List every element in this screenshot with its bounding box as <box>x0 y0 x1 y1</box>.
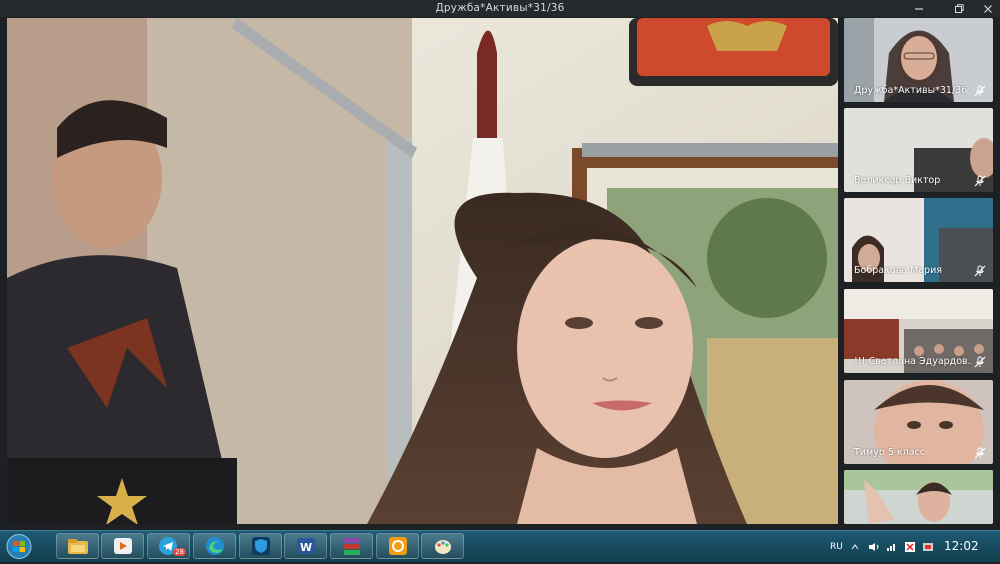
taskbar-app-orange[interactable] <box>376 533 419 559</box>
participant-tile[interactable]: Тимур 5 класс <box>844 380 993 464</box>
participant-tile[interactable] <box>844 470 993 524</box>
taskbar-app-explorer[interactable] <box>56 533 99 559</box>
winrar-icon <box>343 538 360 555</box>
start-button[interactable] <box>4 533 34 560</box>
tray-app-icon[interactable] <box>922 531 934 562</box>
participant-tile[interactable]: Дружба*Активы*31/36 <box>844 18 993 102</box>
orange-app-icon <box>388 537 407 555</box>
action-center-flag-icon[interactable] <box>904 531 916 562</box>
mic-muted-icon <box>974 175 986 187</box>
maximize-icon[interactable] <box>946 0 972 17</box>
close-icon[interactable] <box>975 0 1000 17</box>
window-titlebar: Дружба*Активы*31/36 <box>0 0 1000 17</box>
paint-icon <box>434 540 451 554</box>
media-player-icon <box>113 538 132 554</box>
participant-name: Бобракова Мария <box>854 265 942 276</box>
volume-icon[interactable] <box>868 531 880 562</box>
main-video-scene <box>7 18 838 524</box>
participant-name: Дружба*Активы*31/36 <box>854 85 968 96</box>
word-icon: W <box>296 538 315 554</box>
taskbar-app-shield[interactable] <box>239 533 282 559</box>
telegram-badge: 28 <box>173 548 186 556</box>
mic-muted-icon <box>974 265 986 277</box>
minimize-icon[interactable] <box>906 0 932 17</box>
mic-muted-icon <box>974 447 986 459</box>
taskbar: 28 W RU 12:02 <box>0 530 1000 562</box>
mic-muted-icon <box>974 85 986 97</box>
participant-name: !!! Светлана Эдуардов... <box>854 356 972 367</box>
participant-video <box>844 470 993 524</box>
window-title: Дружба*Активы*31/36 <box>435 2 565 14</box>
taskbar-app-word[interactable]: W <box>284 533 327 559</box>
tray-expand-icon[interactable] <box>851 531 859 562</box>
taskbar-app-winrar[interactable] <box>330 533 373 559</box>
shield-app-icon <box>251 537 270 555</box>
taskbar-app-telegram[interactable]: 28 <box>147 533 190 559</box>
participant-tile[interactable]: !!! Светлана Эдуардов... <box>844 289 993 373</box>
language-indicator[interactable]: RU <box>830 531 843 562</box>
taskbar-app-paint[interactable] <box>421 533 464 559</box>
svg-text:W: W <box>300 541 312 554</box>
main-video-feed[interactable] <box>7 18 838 524</box>
edge-icon <box>205 537 224 555</box>
participant-name: Великсар Виктор <box>854 175 941 186</box>
windows-logo-icon <box>6 534 32 559</box>
participant-tile[interactable]: Великсар Виктор <box>844 108 993 192</box>
taskbar-clock[interactable]: 12:02 <box>944 539 979 553</box>
participant-name: Тимур 5 класс <box>854 447 925 458</box>
explorer-icon <box>67 539 88 554</box>
participant-tile[interactable]: Бобракова Мария <box>844 198 993 282</box>
mic-muted-icon <box>974 356 986 368</box>
network-icon[interactable] <box>886 531 898 562</box>
taskbar-app-edge[interactable] <box>193 533 236 559</box>
taskbar-app-media-player[interactable] <box>101 533 144 559</box>
